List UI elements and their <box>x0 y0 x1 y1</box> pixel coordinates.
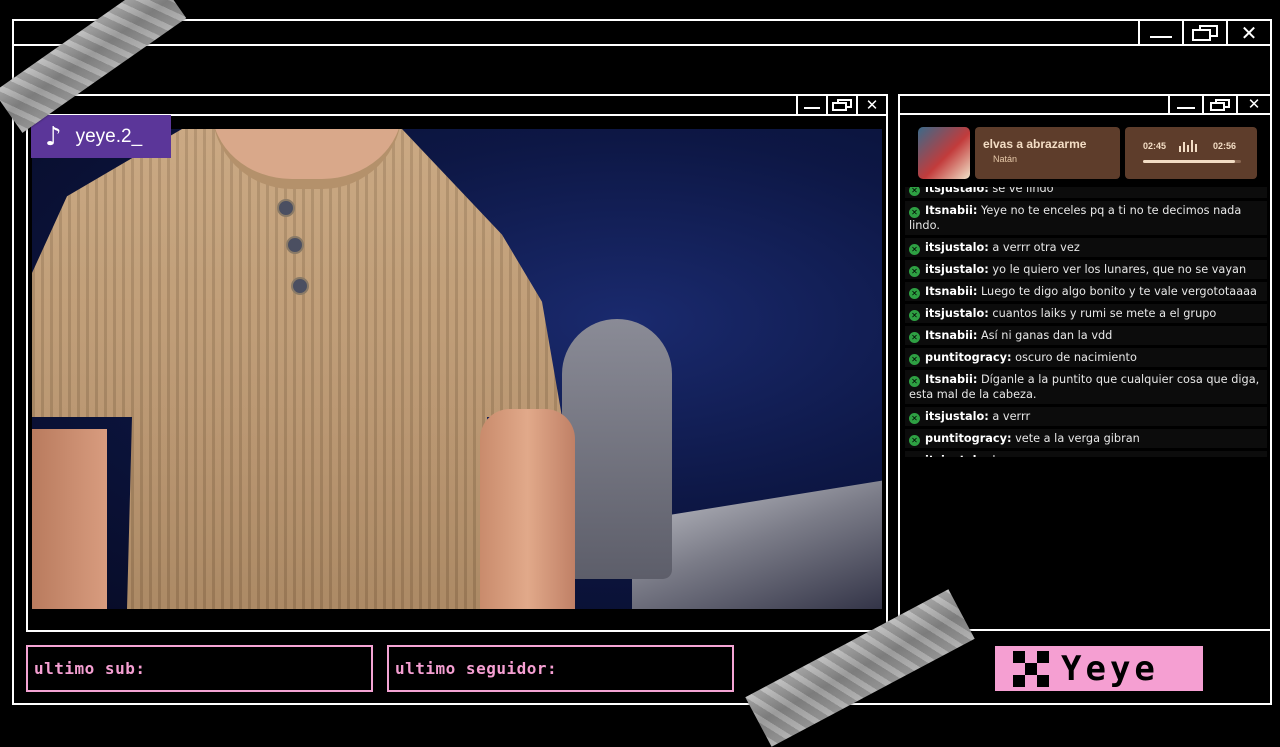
close-icon: ✕ <box>1247 95 1261 113</box>
shirt-button <box>286 236 304 254</box>
chat-username: puntitogracy: <box>925 432 1012 445</box>
chat-text: a verrr otra vez <box>992 241 1080 254</box>
chat-minimize-button[interactable] <box>1168 96 1202 113</box>
maximize-button[interactable] <box>1182 21 1226 44</box>
last-sub-box: ultimo sub: <box>26 645 373 692</box>
chat-maximize-button[interactable] <box>1202 96 1236 113</box>
minimize-icon <box>804 101 820 109</box>
minimize-icon <box>1177 101 1195 109</box>
chat-text: cuantos laiks y rumi se mete a el grupo <box>992 307 1217 320</box>
chat-message: ✕ itsjustalo: a verrr otra vez <box>905 238 1267 257</box>
chat-message: ✕ puntitogracy: oscuro de nacimiento <box>905 348 1267 367</box>
last-sub-label: ultimo sub: <box>34 659 146 678</box>
chat-badge-icon: ✕ <box>909 207 920 218</box>
tiktok-icon: ♪ <box>45 121 62 152</box>
right-arm <box>480 409 575 609</box>
total-time: 02:56 <box>1213 141 1237 151</box>
chat-message: ✕ Itsnabii: Yeye no te enceles pq a ti no… <box>905 201 1267 235</box>
video-window: ✕ ♪ yeye.2_ <box>26 94 888 632</box>
chat-badge-icon: ✕ <box>909 288 920 299</box>
last-follower-label: ultimo seguidor: <box>395 659 558 678</box>
chat-username: Itsnabii: <box>925 285 978 298</box>
checker-icon <box>1013 650 1049 687</box>
chat-username: Itsnabii: <box>925 373 978 386</box>
close-icon: ✕ <box>865 95 879 114</box>
progress-fill <box>1143 160 1236 163</box>
chat-text: lunares <box>992 454 1034 457</box>
video-minimize-button[interactable] <box>796 96 826 114</box>
music-player: elvas a abrazarme Natán 02:45 02:56 <box>918 126 1258 181</box>
chat-username: Itsnabii: <box>925 329 978 342</box>
chat-window: ✕ elvas a abrazarme Natán 02:45 02:56 ✕ i… <box>898 94 1272 631</box>
album-cover <box>918 127 970 179</box>
chat-text: a verrr <box>992 410 1031 423</box>
chat-badge-icon: ✕ <box>909 435 920 446</box>
chat-text: se ve lindo <box>992 187 1054 195</box>
chat-message: ✕ itsjustalo: yo le quiero ver los lunare… <box>905 260 1267 279</box>
chat-badge-icon: ✕ <box>909 187 920 196</box>
video-close-button[interactable]: ✕ <box>856 96 886 114</box>
chat-message: ✕ Itsnabii: Luego te digo algo bonito y t… <box>905 282 1267 301</box>
chat-username: itsjustalo: <box>925 307 989 320</box>
chat-message: ✕ itsjustalo: a verrr <box>905 407 1267 426</box>
chat-badge-icon: ✕ <box>909 413 920 424</box>
chat-titlebar: ✕ <box>900 96 1270 115</box>
streamer-name-box: Yeye <box>995 646 1203 691</box>
minimize-button[interactable] <box>1138 21 1182 44</box>
chat-username: itsjustalo: <box>925 410 989 423</box>
current-time: 02:45 <box>1143 141 1167 151</box>
song-artist: Natán <box>993 154 1018 164</box>
track-info: elvas a abrazarme Natán <box>975 127 1120 179</box>
left-arm <box>32 429 107 609</box>
background-person <box>562 319 672 579</box>
username-badge: ♪ yeye.2_ <box>31 115 171 158</box>
chat-username: itsjustalo: <box>925 454 989 457</box>
close-icon: ✕ <box>1240 20 1258 45</box>
chat-badge-icon: ✕ <box>909 310 920 321</box>
chat-username: itsjustalo: <box>925 187 989 195</box>
chat-messages: ✕ itsjustalo: se ve lindo ✕ Itsnabii: Yeye … <box>905 187 1267 457</box>
chat-username: puntitogracy: <box>925 351 1012 364</box>
chat-close-button[interactable]: ✕ <box>1236 96 1270 113</box>
chat-text: Luego te digo algo bonito y te vale verg… <box>980 285 1257 298</box>
chat-message: ✕ Itsnabii: Así ni ganas dan la vdd <box>905 326 1267 345</box>
chat-text: vete a la verga gibran <box>1015 432 1140 445</box>
chat-message: ✕ itsjustalo: se ve lindo <box>905 187 1267 198</box>
chat-username: itsjustalo: <box>925 241 989 254</box>
shirt-button <box>277 199 295 217</box>
chat-badge-icon: ✕ <box>909 354 920 365</box>
progress-bar[interactable] <box>1143 160 1241 163</box>
restore-icon <box>1192 24 1218 41</box>
chat-badge-icon: ✕ <box>909 266 920 277</box>
chat-message: ✕ Itsnabii: Díganle a la puntito que cual… <box>905 370 1267 404</box>
last-follower-box: ultimo seguidor: <box>387 645 734 692</box>
username-label: yeye.2_ <box>75 125 143 147</box>
equalizer-icon <box>1179 140 1197 152</box>
chat-message: ✕itsjustalo: lunares <box>905 451 1267 457</box>
chat-username: itsjustalo: <box>925 263 989 276</box>
chat-text: Así ni ganas dan la vdd <box>980 329 1113 342</box>
minimize-icon <box>1150 28 1172 38</box>
chat-badge-icon: ✕ <box>909 376 920 387</box>
shirt-button <box>291 277 309 295</box>
chat-message: ✕ itsjustalo: cuantos laiks y rumi se met… <box>905 304 1267 323</box>
streamer-name: Yeye <box>1061 648 1159 689</box>
chat-badge-icon: ✕ <box>909 244 920 255</box>
chat-username: Itsnabii: <box>925 204 978 217</box>
playback-time: 02:45 02:56 <box>1125 127 1257 179</box>
chat-message: ✕ puntitogracy: vete a la verga gibran <box>905 429 1267 448</box>
outer-titlebar: ✕ <box>14 21 1270 46</box>
restore-icon <box>832 99 852 111</box>
chat-text: oscuro de nacimiento <box>1015 351 1137 364</box>
video-titlebar: ✕ <box>28 96 886 116</box>
song-title: elvas a abrazarme <box>983 137 1087 151</box>
video-maximize-button[interactable] <box>826 96 856 114</box>
close-button[interactable]: ✕ <box>1226 21 1270 44</box>
restore-icon <box>1210 98 1230 111</box>
chat-text: yo le quiero ver los lunares, que no se … <box>992 263 1247 276</box>
webcam-video <box>32 129 882 609</box>
chat-badge-icon: ✕ <box>909 332 920 343</box>
